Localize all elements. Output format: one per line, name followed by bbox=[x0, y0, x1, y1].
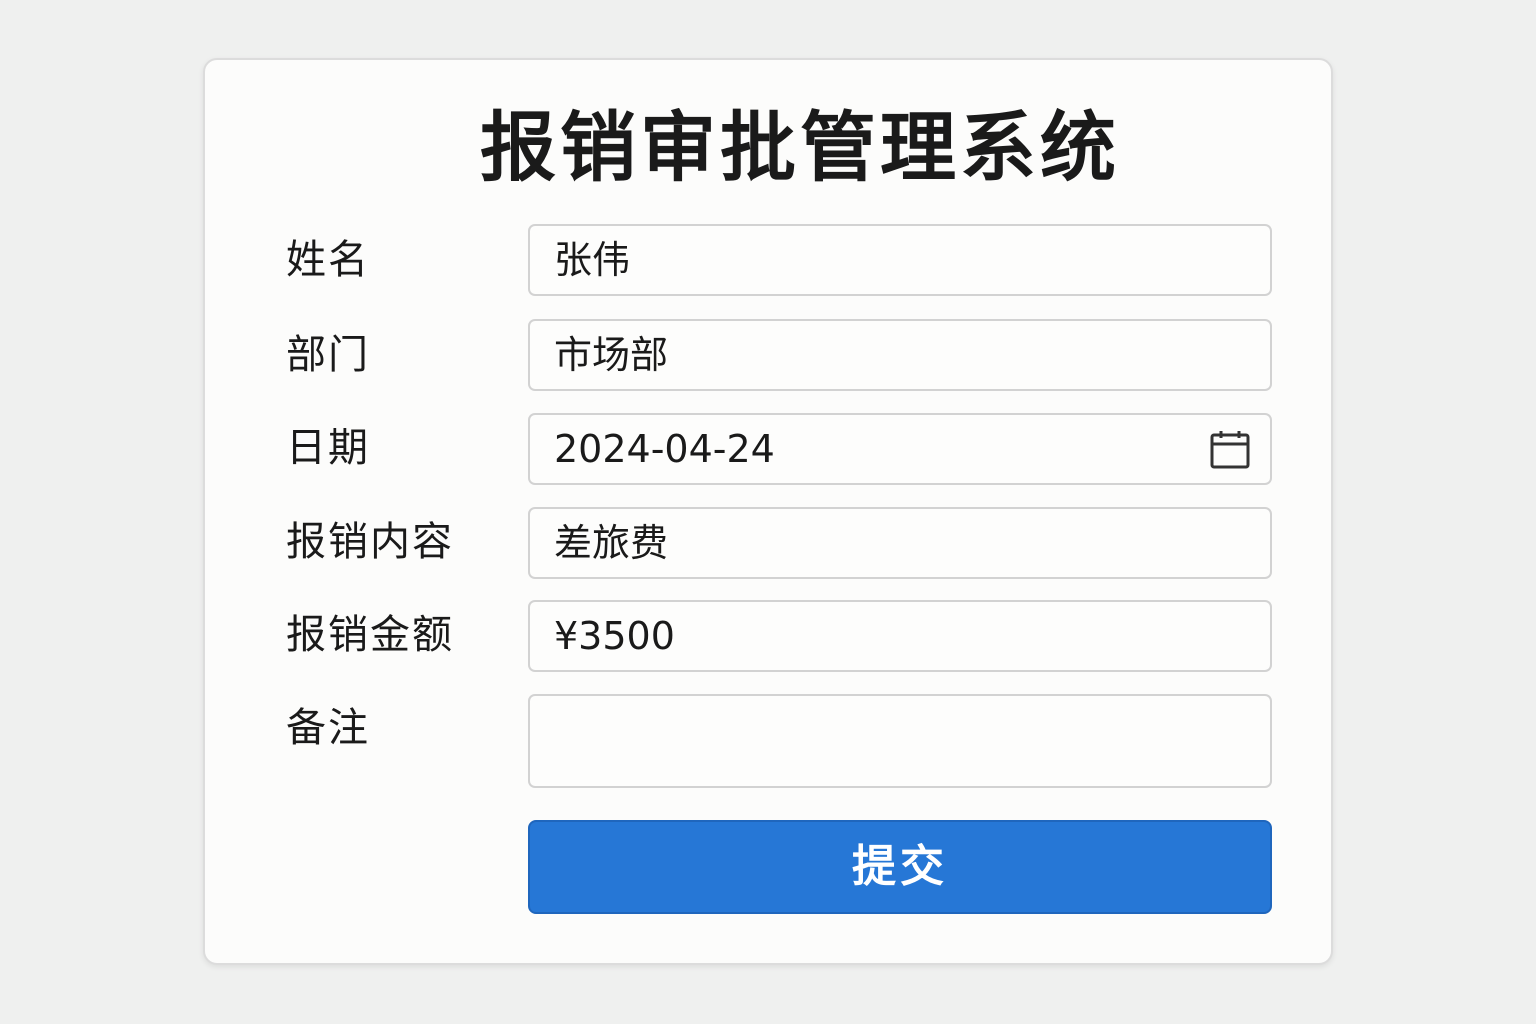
date-field[interactable]: 2024-04-24 bbox=[528, 413, 1272, 485]
amount-label: 报销金额 bbox=[286, 612, 454, 658]
content-value: 差旅费 bbox=[554, 521, 669, 565]
submit-button[interactable]: 提交 bbox=[528, 820, 1272, 914]
name-field[interactable]: 张伟 bbox=[528, 224, 1272, 296]
department-value: 市场部 bbox=[554, 333, 669, 377]
department-field[interactable]: 市场部 bbox=[528, 319, 1272, 391]
page-title: 报销审批管理系统 bbox=[480, 103, 1120, 192]
remarks-field[interactable] bbox=[528, 694, 1272, 788]
date-value: 2024-04-24 bbox=[554, 427, 775, 471]
amount-value: ¥3500 bbox=[554, 614, 675, 658]
name-value: 张伟 bbox=[554, 238, 631, 282]
content-label: 报销内容 bbox=[286, 519, 454, 565]
calendar-icon[interactable] bbox=[1210, 430, 1250, 470]
content-field[interactable]: 差旅费 bbox=[528, 507, 1272, 579]
name-label: 姓名 bbox=[286, 237, 370, 283]
remarks-label: 备注 bbox=[286, 705, 370, 751]
date-label: 日期 bbox=[286, 425, 370, 471]
amount-field[interactable]: ¥3500 bbox=[528, 600, 1272, 672]
department-label: 部门 bbox=[286, 332, 370, 378]
